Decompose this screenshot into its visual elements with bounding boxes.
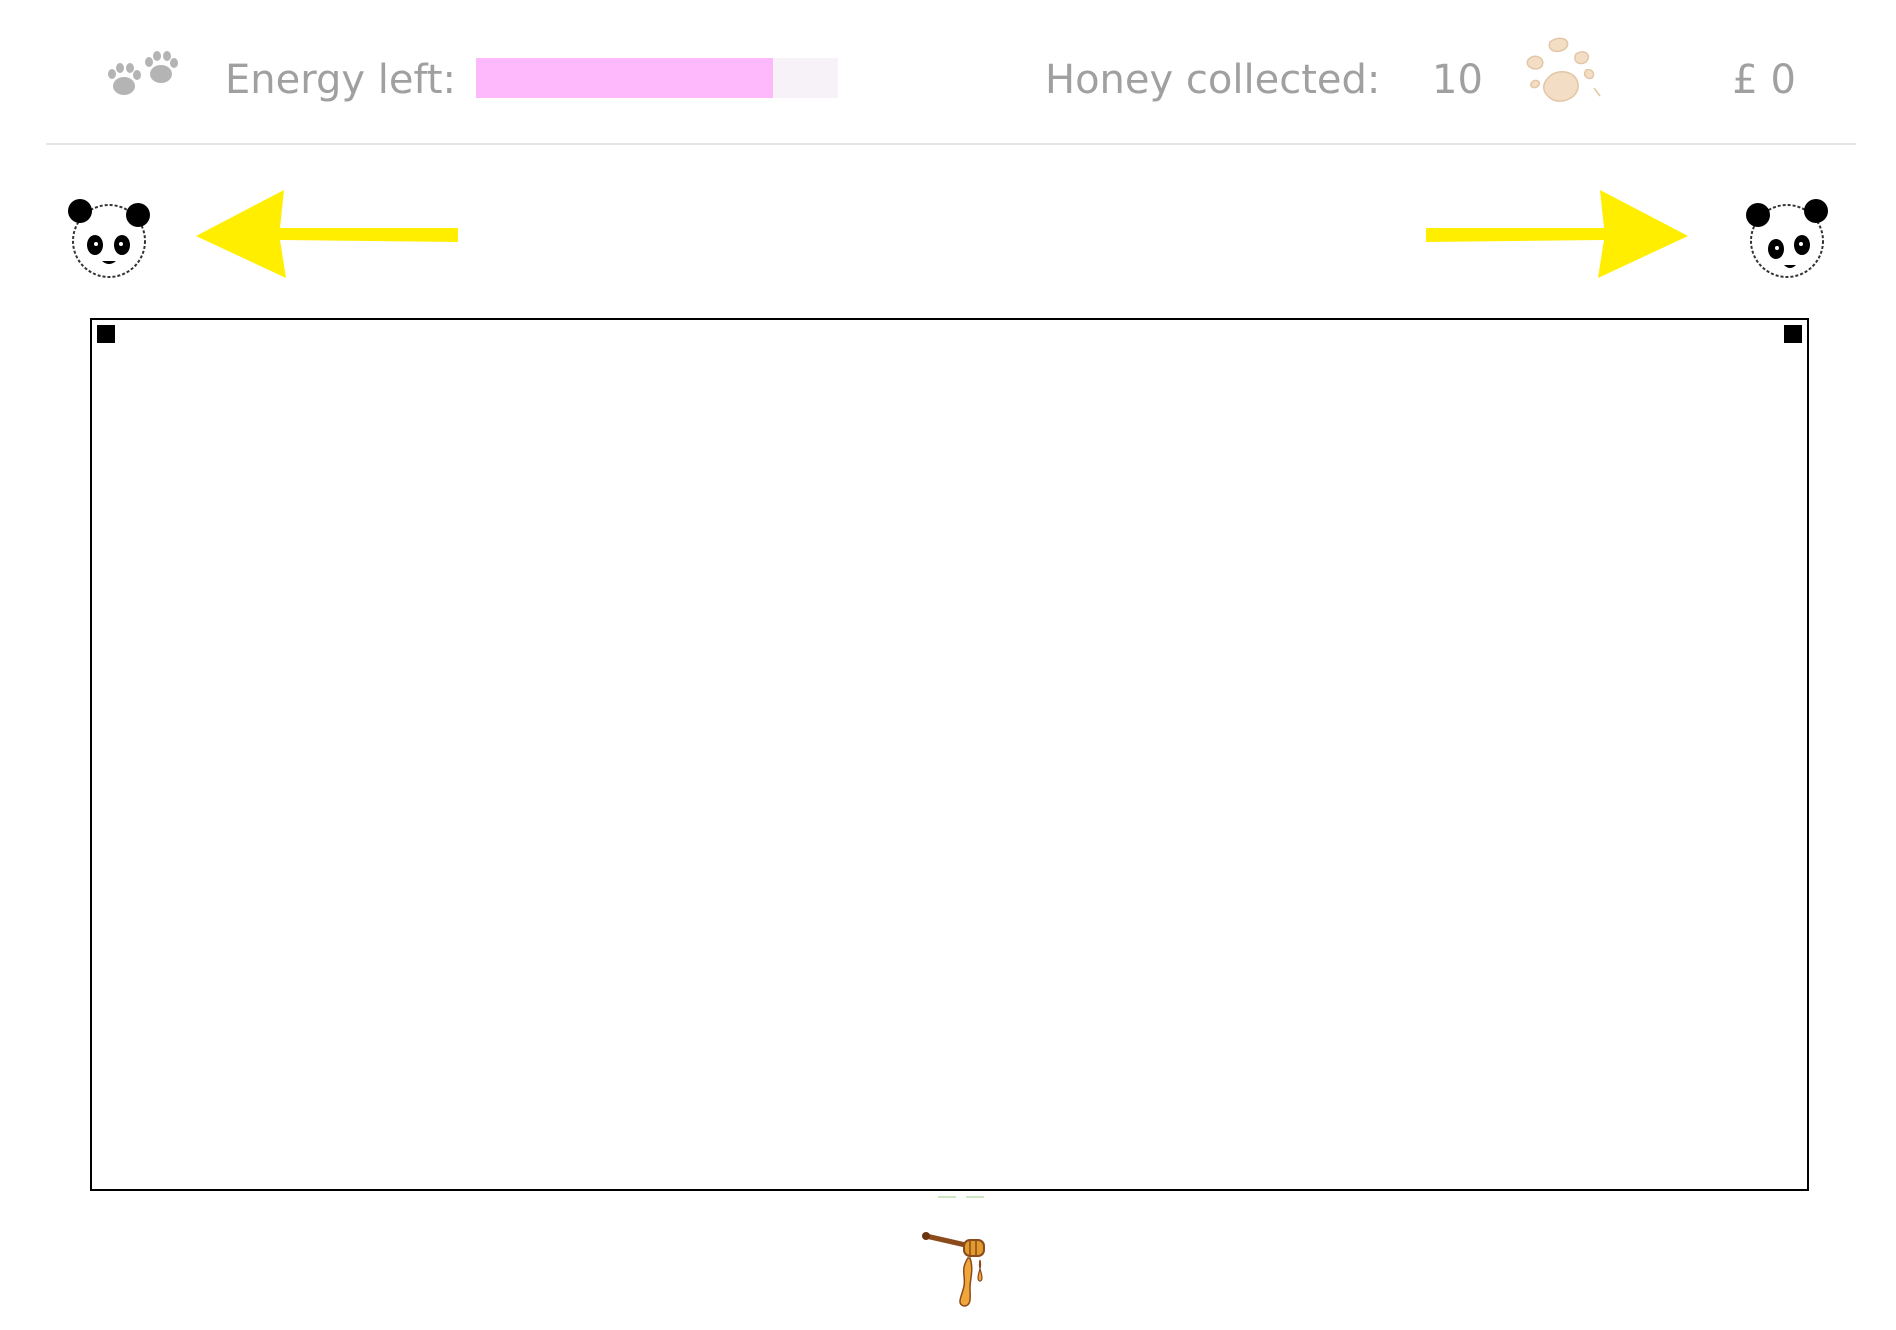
energy-bar-fill [476,58,773,98]
corner-marker-left [97,325,115,343]
arrow-left-icon[interactable] [196,190,462,278]
money-value: £ 0 [1732,57,1796,103]
arrow-right-icon[interactable] [1422,190,1688,278]
honey-dipper-icon[interactable] [920,1230,1000,1308]
paw-prints-icon [104,46,184,102]
corner-marker-right [1784,325,1802,343]
panda-face-icon[interactable] [62,193,156,283]
ground-marks [938,1184,990,1198]
honey-splash-icon [1520,34,1604,112]
honey-collected-label: Honey collected: [1045,57,1381,103]
energy-bar [476,58,838,98]
energy-label: Energy left: [225,57,457,103]
panda-face-icon[interactable] [1740,193,1834,283]
honey-collected-count: 10 [1432,57,1483,103]
hud-divider [46,143,1856,145]
play-area[interactable] [90,318,1809,1191]
